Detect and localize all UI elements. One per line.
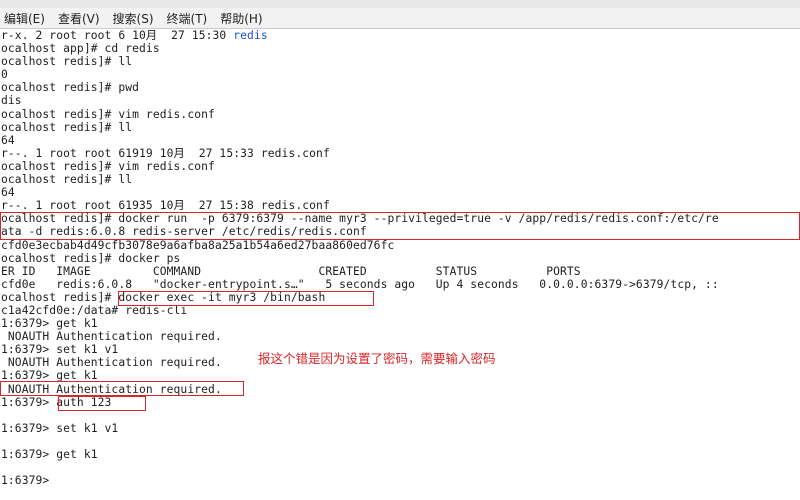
terminal-line: ocalhost redis]# ll [1,55,133,69]
terminal-output[interactable]: r-x. 2 root root 6 10月 27 15:30 redis oc… [0,29,800,500]
terminal-line: dis [1,94,22,108]
terminal-line: 1:6379> get k1 [1,317,98,331]
menu-bar: 编辑(E) 查看(V) 搜索(S) 终端(T) 帮助(H) [0,8,800,29]
menu-view[interactable]: 查看(V) [53,10,108,27]
terminal-line: 0 [1,68,8,82]
terminal-line: c1a42cfd0e:/data# redis-cli [1,303,188,317]
terminal-line: 1:6379> set k1 v1 [1,421,119,435]
terminal-line: 1:6379> get k1 [1,448,98,461]
menu-edit[interactable]: 编辑(E) [0,10,53,27]
terminal-line: ocalhost redis]# ll [1,120,133,134]
terminal-line: ER ID IMAGE COMMAND CREATED STATUS PORTS [1,264,581,278]
terminal-line: ocalhost redis]# ll [1,173,133,187]
dir-name: redis [233,29,268,42]
terminal-line: r-x. 2 root root 6 10月 27 15:30 redis [1,29,268,42]
annotation-note: 报这个错是因为设置了密码，需要输入密码 [258,351,496,366]
terminal-line: ocalhost redis]# docker exec -it myr3 /b… [1,290,326,304]
terminal-line: 1:6379> [1,474,50,488]
terminal-line: ocalhost redis]# vim redis.conf [1,159,215,173]
terminal-line: ocalhost redis]# docker run -p 6379:6379… [1,212,719,226]
terminal-line: cfd0e3ecbab4d49cfb3078e9a6afba8a25a1b54a… [1,238,395,252]
menu-help[interactable]: 帮助(H) [215,10,270,27]
terminal-line: 1:6379> get k1 [1,369,98,383]
terminal-line: 64 [1,133,15,147]
terminal-line: 1:6379> auth 123 [1,395,112,409]
terminal-line: cfd0e redis:6.0.8 "docker-entrypoint.s…"… [1,277,719,291]
terminal-line: r--. 1 root root 61919 10月 27 15:33 redi… [1,146,330,160]
terminal-line: NOAUTH Authentication required. [1,330,222,344]
terminal-line: 64 [1,186,15,200]
terminal-line: NOAUTH Authentication required. [1,382,222,396]
terminal-line: ocalhost redis]# docker ps [1,251,181,265]
terminal-line: ocalhost redis]# vim redis.conf [1,107,215,121]
menu-terminal[interactable]: 终端(T) [162,10,216,27]
terminal-line: r--. 1 root root 61935 10月 27 15:38 redi… [1,199,330,213]
terminal-line: ata -d redis:6.0.8 redis-server /etc/red… [1,225,367,239]
terminal-line: ocalhost redis]# pwd [1,81,140,95]
menu-search[interactable]: 搜索(S) [108,10,162,27]
terminal-line: ocalhost app]# cd redis [1,42,160,56]
